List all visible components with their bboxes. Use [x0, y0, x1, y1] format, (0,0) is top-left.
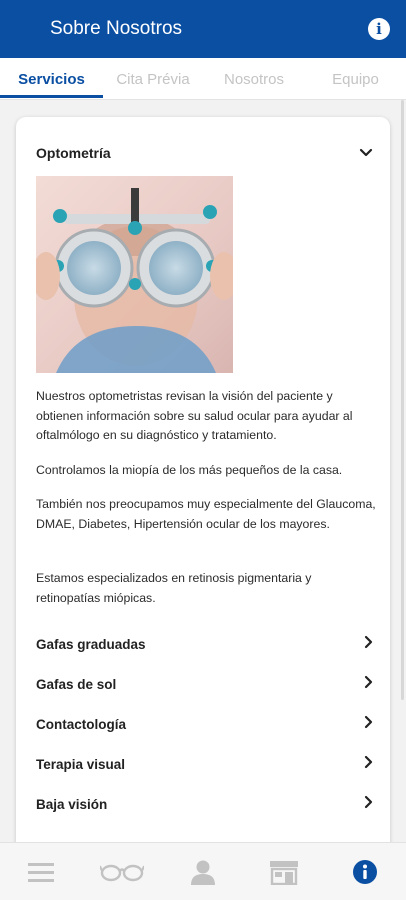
- active-tab-indicator: [0, 95, 103, 98]
- list-item-label: Gafas de sol: [36, 676, 117, 692]
- chevron-right-icon: [364, 635, 374, 654]
- list-item-label: Gafas graduadas: [36, 636, 146, 652]
- page-title: Sobre Nosotros: [50, 18, 183, 39]
- paragraph: Controlamos la miopía de los más pequeño…: [36, 463, 343, 477]
- chevron-right-icon: [364, 755, 374, 774]
- chevron-right-icon: [364, 795, 374, 814]
- scrollbar[interactable]: [401, 100, 404, 700]
- paragraph: También nos preocupamos muy especialment…: [36, 497, 376, 531]
- list-item-gafas-graduadas[interactable]: Gafas graduadas: [36, 632, 374, 656]
- bottom-navigation: [0, 842, 406, 900]
- list-item-label: Baja visión: [36, 796, 108, 812]
- list-item-label: Terapia visual: [36, 756, 126, 772]
- services-card: Optometría Nuestros optometristas revisa…: [16, 117, 390, 867]
- paragraph: Estamos especializados en retinosis pigm…: [36, 571, 312, 605]
- info-icon[interactable]: [340, 852, 390, 892]
- tab-nosotros[interactable]: Nosotros: [203, 58, 305, 100]
- glasses-icon[interactable]: [97, 852, 147, 892]
- person-icon[interactable]: [178, 852, 228, 892]
- chevron-right-icon: [364, 675, 374, 694]
- section-title: Optometría: [36, 145, 111, 161]
- list-item-contactologia[interactable]: Contactología: [36, 712, 374, 736]
- app-header: Sobre Nosotros i: [0, 0, 406, 58]
- tab-servicios[interactable]: Servicios: [0, 58, 103, 100]
- chevron-down-icon[interactable]: [358, 145, 374, 161]
- list-item-baja-vision[interactable]: Baja visión: [36, 792, 374, 816]
- paragraph: Nuestros optometristas revisan la visión…: [36, 389, 353, 442]
- tab-bar: Servicios Cita Prévia Nosotros Equipo: [0, 58, 406, 100]
- optometry-photo: [36, 176, 233, 373]
- chevron-right-icon: [364, 715, 374, 734]
- section-header-optometria[interactable]: Optometría: [36, 145, 374, 161]
- list-item-gafas-de-sol[interactable]: Gafas de sol: [36, 672, 374, 696]
- tab-cita-previa[interactable]: Cita Prévia: [103, 58, 203, 100]
- info-icon[interactable]: i: [368, 18, 390, 40]
- list-item-label: Contactología: [36, 716, 126, 732]
- store-icon[interactable]: [259, 852, 309, 892]
- menu-icon[interactable]: [16, 852, 66, 892]
- tab-equipo[interactable]: Equipo: [305, 58, 406, 100]
- list-item-terapia-visual[interactable]: Terapia visual: [36, 752, 374, 776]
